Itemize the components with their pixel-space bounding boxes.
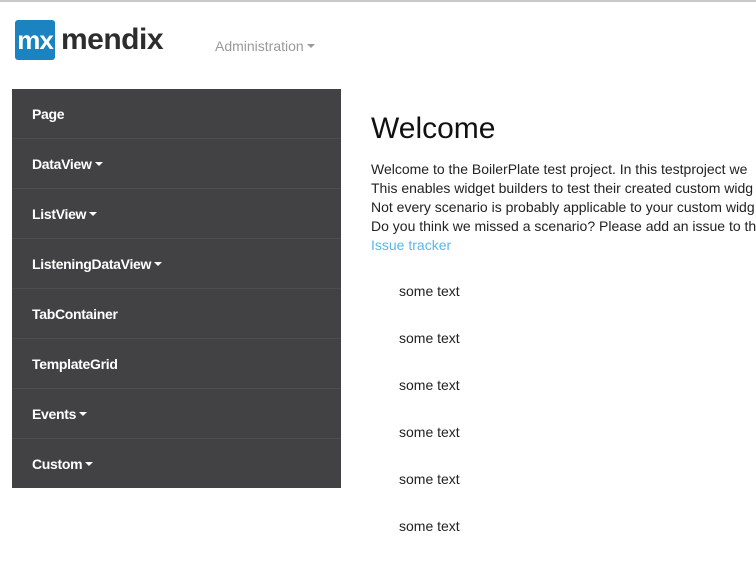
window-top-border	[0, 0, 756, 2]
brand-logo[interactable]: mx mendix	[15, 20, 164, 60]
list-item: some text	[399, 330, 460, 346]
intro-text-line: Not every scenario is probably applicabl…	[371, 199, 755, 215]
intro-text-line: Do you think we missed a scenario? Pleas…	[371, 218, 756, 234]
brand-badge: mx	[15, 20, 55, 60]
sidebar-item-label: ListeningDataView	[32, 255, 152, 272]
sidebar-item-label: TemplateGrid	[32, 355, 118, 372]
chevron-down-icon	[79, 411, 88, 416]
sidebar-item-label: DataView	[32, 155, 92, 172]
sidebar-item-listeningdataview[interactable]: ListeningDataView	[12, 239, 341, 289]
text-list: some text some text some text some text …	[399, 283, 460, 565]
chevron-down-icon	[94, 161, 103, 166]
issue-tracker-link[interactable]: Issue tracker	[371, 236, 451, 255]
brand-name: mendix	[61, 23, 164, 56]
sidebar-item-label: Page	[32, 105, 65, 122]
list-item: some text	[399, 377, 460, 393]
list-item: some text	[399, 283, 460, 299]
chevron-down-icon	[89, 211, 98, 216]
sidebar-item-custom[interactable]: Custom	[12, 439, 341, 488]
sidebar-item-templategrid[interactable]: TemplateGrid	[12, 339, 341, 389]
intro-text-line: This enables widget builders to test the…	[371, 180, 754, 196]
sidebar-item-page[interactable]: Page	[12, 89, 341, 139]
sidebar-nav: Page DataView ListView ListeningDataView…	[12, 89, 341, 488]
sidebar-item-label: Custom	[32, 455, 83, 472]
list-item: some text	[399, 424, 460, 440]
sidebar-item-dataview[interactable]: DataView	[12, 139, 341, 189]
sidebar-item-events[interactable]: Events	[12, 389, 341, 439]
sidebar-item-label: TabContainer	[32, 305, 118, 322]
intro-text-line: Welcome to the BoilerPlate test project.…	[371, 161, 748, 177]
administration-menu[interactable]: Administration	[215, 38, 315, 54]
page-title: Welcome	[371, 112, 496, 145]
sidebar-item-label: Events	[32, 405, 77, 422]
sidebar-item-tabcontainer[interactable]: TabContainer	[12, 289, 341, 339]
list-item: some text	[399, 518, 460, 534]
chevron-down-icon	[154, 261, 163, 266]
list-item: some text	[399, 471, 460, 487]
sidebar-item-label: ListView	[32, 205, 87, 222]
main-content: Welcome Welcome to the BoilerPlate test …	[371, 110, 756, 255]
chevron-down-icon	[85, 461, 94, 466]
administration-menu-label: Administration	[215, 38, 304, 54]
chevron-down-icon	[306, 44, 315, 48]
sidebar-item-listview[interactable]: ListView	[12, 189, 341, 239]
